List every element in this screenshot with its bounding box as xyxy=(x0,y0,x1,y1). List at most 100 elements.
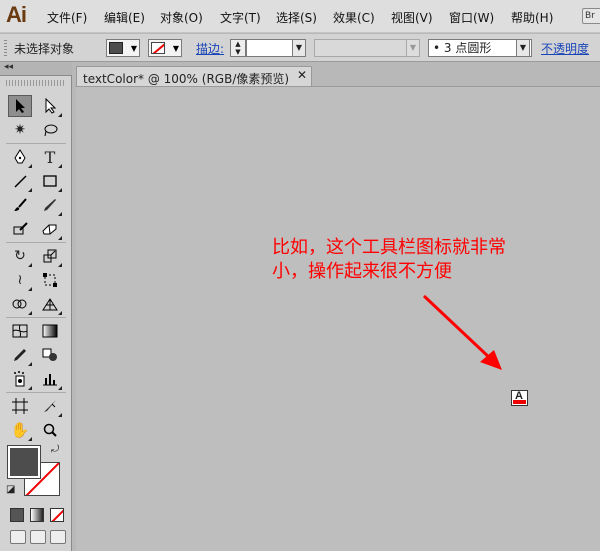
zoom-tool[interactable] xyxy=(38,419,62,441)
chevron-down-icon: ▼ xyxy=(172,44,179,53)
rectangle-icon xyxy=(43,175,57,187)
swap-colors-icon[interactable]: ⤾ xyxy=(51,444,59,455)
tools-panel-grip[interactable] xyxy=(6,80,64,86)
rectangle-tool[interactable] xyxy=(38,170,62,192)
variable-width-profile-dropdown[interactable] xyxy=(314,39,420,57)
tools-divider xyxy=(6,392,66,393)
perspective-grid-icon xyxy=(42,298,58,311)
collapse-icon[interactable]: ◂◂ xyxy=(4,62,13,72)
menu-effect[interactable]: 效果(C) xyxy=(333,9,375,26)
selection-status-label: 未选择对象 xyxy=(14,42,75,56)
eyedropper-tool[interactable] xyxy=(8,344,32,366)
app-logo: Ai xyxy=(6,2,27,27)
menu-edit[interactable]: 编辑(E) xyxy=(104,9,145,26)
gradient-mode-button[interactable] xyxy=(30,508,44,522)
text-color-bar xyxy=(513,400,526,404)
stroke-weight-stepper[interactable]: ▲ ▼ xyxy=(230,39,246,57)
free-transform-tool[interactable] xyxy=(38,269,62,291)
mesh-tool[interactable] xyxy=(8,320,32,342)
fill-swatch-icon xyxy=(109,42,123,54)
fill-color-box[interactable] xyxy=(7,445,41,479)
column-graph-tool[interactable] xyxy=(38,368,62,390)
control-bar-grip[interactable] xyxy=(4,40,7,56)
hand-tool[interactable]: ✋ xyxy=(8,419,32,441)
slice-tool[interactable] xyxy=(38,395,62,417)
menu-file[interactable]: 文件(F) xyxy=(47,9,87,26)
artboard-canvas[interactable] xyxy=(76,86,600,551)
menu-view[interactable]: 视图(V) xyxy=(391,9,433,26)
tools-panel: ◂◂ ✷ T ↻ ≀ ✋ ⤾ ◪ xyxy=(0,62,72,551)
none-mode-button[interactable] xyxy=(50,508,64,522)
width-tool[interactable]: ≀ xyxy=(8,269,32,291)
menu-select[interactable]: 选择(S) xyxy=(276,9,317,26)
profile-dropdown-arrow[interactable]: ▼ xyxy=(406,39,420,57)
menu-bar: Ai 文件(F) 编辑(E) 对象(O) 文字(T) 选择(S) 效果(C) 视… xyxy=(0,0,600,33)
perspective-grid-tool[interactable] xyxy=(38,293,62,315)
normal-screen-mode-button[interactable] xyxy=(10,530,26,544)
fill-color-dropdown[interactable]: ▼ xyxy=(106,39,140,57)
column-graph-icon xyxy=(43,374,57,386)
text-color-icon[interactable]: A xyxy=(511,390,528,406)
line-segment-icon xyxy=(14,175,27,188)
blend-tool[interactable] xyxy=(38,344,62,366)
bridge-button[interactable]: Br xyxy=(582,8,600,24)
symbol-sprayer-tool[interactable] xyxy=(8,368,32,390)
color-mode-button[interactable] xyxy=(10,508,24,522)
pen-tool[interactable] xyxy=(8,146,32,168)
stroke-weight-dropdown[interactable]: ▼ xyxy=(292,39,306,57)
brush-dropdown-arrow[interactable]: ▼ xyxy=(516,39,530,57)
default-colors-icon[interactable]: ◪ xyxy=(6,484,15,495)
rotate-icon: ↻ xyxy=(14,248,26,264)
scale-tool[interactable] xyxy=(38,245,62,267)
paintbrush-tool[interactable] xyxy=(8,194,32,216)
menu-type[interactable]: 文字(T) xyxy=(220,9,261,26)
selection-tool[interactable] xyxy=(8,95,32,117)
direct-selection-icon xyxy=(45,98,56,114)
zoom-icon xyxy=(43,423,57,437)
selection-arrow-icon xyxy=(16,99,25,113)
chevron-down-icon: ▼ xyxy=(130,44,137,53)
magic-wand-icon: ✷ xyxy=(14,122,26,138)
drawing-mode-button[interactable] xyxy=(30,530,46,544)
blob-brush-tool[interactable] xyxy=(8,218,32,240)
magic-wand-tool[interactable]: ✷ xyxy=(8,119,32,141)
gradient-icon xyxy=(42,324,58,338)
close-icon[interactable]: ✕ xyxy=(297,68,307,82)
none-swatch-icon xyxy=(151,42,165,54)
gradient-tool[interactable] xyxy=(38,320,62,342)
rotate-tool[interactable]: ↻ xyxy=(8,245,32,267)
document-tab[interactable]: textColor* @ 100% (RGB/像素预览) ✕ xyxy=(76,66,312,86)
scale-icon xyxy=(43,249,57,263)
stroke-panel-link[interactable]: 描边: xyxy=(196,40,224,57)
shape-builder-tool[interactable] xyxy=(8,293,32,315)
lasso-tool[interactable] xyxy=(38,119,62,141)
type-tool[interactable]: T xyxy=(38,146,62,168)
tools-panel-header: ◂◂ xyxy=(0,62,72,76)
eraser-icon xyxy=(42,224,57,235)
blend-icon xyxy=(42,348,57,361)
pencil-tool[interactable] xyxy=(38,194,62,216)
screen-mode-button[interactable] xyxy=(50,530,66,544)
tools-divider xyxy=(6,317,66,318)
control-bar: 未选择对象 ▼ ▼ 描边: ▲ ▼ ▼ ▼ • 3 点圆形 ▼ 不透明度 xyxy=(0,34,600,62)
paintbrush-icon xyxy=(14,198,27,211)
menu-window[interactable]: 窗口(W) xyxy=(449,9,494,26)
menu-object[interactable]: 对象(O) xyxy=(160,9,203,26)
artboard-icon xyxy=(12,398,28,414)
artboard-tool[interactable] xyxy=(8,395,32,417)
symbol-sprayer-icon xyxy=(14,371,25,387)
eraser-tool[interactable] xyxy=(38,218,62,240)
opacity-panel-link[interactable]: 不透明度 xyxy=(541,40,589,57)
stroke-color-dropdown[interactable]: ▼ xyxy=(148,39,182,57)
shape-builder-icon xyxy=(12,299,27,309)
eyedropper-icon xyxy=(14,349,26,361)
none-icon xyxy=(51,509,63,521)
direct-selection-tool[interactable] xyxy=(38,95,62,117)
tools-divider xyxy=(6,143,66,144)
document-tab-title: textColor* @ 100% (RGB/像素预览) xyxy=(83,72,290,86)
tools-divider xyxy=(6,242,66,243)
line-segment-tool[interactable] xyxy=(8,170,32,192)
menu-help[interactable]: 帮助(H) xyxy=(511,9,553,26)
width-icon: ≀ xyxy=(17,272,23,288)
annotation-text: 比如，这个工具栏图标就非常小，操作起来很不方便 xyxy=(272,237,506,282)
